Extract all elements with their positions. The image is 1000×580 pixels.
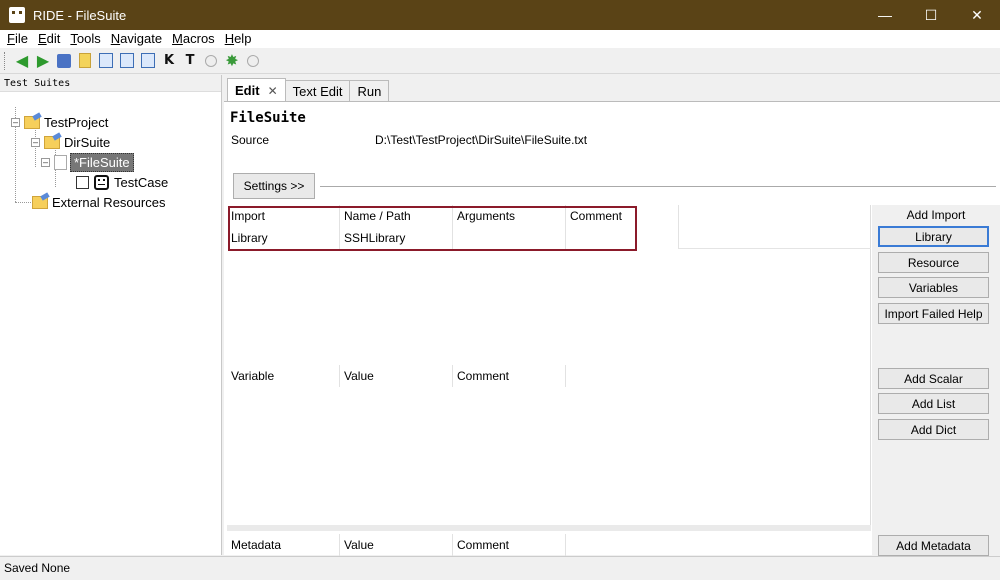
search-keywords-icon[interactable]: K xyxy=(160,52,178,70)
toolbar-grip[interactable] xyxy=(4,51,8,70)
tree-item-testcase[interactable]: TestCase xyxy=(76,172,168,192)
minimize-button[interactable]: — xyxy=(862,0,908,30)
tab-edit[interactable]: Edit ✕ xyxy=(227,78,286,102)
folder-icon xyxy=(44,135,60,149)
add-variables-button[interactable]: Variables xyxy=(878,277,989,298)
collapse-icon[interactable]: – xyxy=(31,137,40,147)
add-dict-button[interactable]: Add Dict xyxy=(878,419,989,440)
column-header: Comment xyxy=(453,534,566,556)
testcase-checkbox[interactable] xyxy=(76,175,89,189)
add-metadata-button[interactable]: Add Metadata xyxy=(878,535,989,556)
collapse-icon[interactable]: – xyxy=(11,117,20,127)
editor-tabs: Edit ✕ Text Edit Run xyxy=(227,78,390,102)
open-resource-icon[interactable] xyxy=(139,52,157,70)
tree-item-external-resources[interactable]: External Resources xyxy=(32,192,165,212)
add-scalar-button[interactable]: Add Scalar xyxy=(878,368,989,389)
run-icon[interactable] xyxy=(202,52,220,70)
robot-icon xyxy=(94,174,109,190)
toolbar: ◀ ▶ K T ✸ xyxy=(0,48,1000,74)
window-title: RIDE - FileSuite xyxy=(33,7,127,23)
tab-label: Edit xyxy=(235,83,260,98)
test-suites-header: Test Suites xyxy=(0,75,221,92)
edit-tab-content: FileSuite Source D:\Test\TestProject\Dir… xyxy=(224,101,1000,556)
add-import-label: Add Import xyxy=(906,208,966,222)
menu-bar: File Edit Tools Navigate Macros Help xyxy=(0,30,1000,48)
tab-label: Run xyxy=(357,84,382,99)
folder-icon xyxy=(24,115,40,129)
menu-tools[interactable]: Tools xyxy=(66,30,104,48)
suite-title: FileSuite xyxy=(230,110,306,126)
tree-item-label: TestProject xyxy=(44,114,109,130)
new-file-icon[interactable] xyxy=(97,52,115,70)
import-failed-help-button[interactable]: Import Failed Help xyxy=(878,303,989,324)
app-icon xyxy=(9,7,25,23)
add-list-button[interactable]: Add List xyxy=(878,393,989,414)
file-icon xyxy=(54,154,67,170)
forward-arrow-icon[interactable]: ▶ xyxy=(34,52,52,70)
menu-help[interactable]: Help xyxy=(221,30,256,48)
collapse-icon[interactable]: – xyxy=(41,157,50,167)
bug-icon[interactable]: ✸ xyxy=(223,52,241,70)
side-button-panel: Add Import Library Resource Variables Im… xyxy=(872,205,1000,556)
title-bar: RIDE - FileSuite — ☐ ✕ xyxy=(0,0,1000,30)
tree-item-filesuite[interactable]: – *FileSuite xyxy=(41,152,134,172)
save-icon[interactable] xyxy=(55,52,73,70)
open-folder-icon[interactable] xyxy=(76,52,94,70)
search-tests-icon[interactable]: T xyxy=(181,52,199,70)
menu-macros[interactable]: Macros xyxy=(168,30,219,48)
menu-navigate[interactable]: Navigate xyxy=(107,30,166,48)
save-all-icon[interactable] xyxy=(118,52,136,70)
tree-item-label: TestCase xyxy=(114,174,169,190)
close-button[interactable]: ✕ xyxy=(954,0,1000,30)
menu-edit[interactable]: Edit xyxy=(34,30,64,48)
source-label: Source xyxy=(231,133,270,147)
section-divider xyxy=(227,525,871,531)
menu-file[interactable]: File xyxy=(3,30,32,48)
tab-label: Text Edit xyxy=(292,84,343,99)
column-header: Comment xyxy=(453,365,566,387)
tab-text-edit[interactable]: Text Edit xyxy=(284,80,351,102)
tab-run[interactable]: Run xyxy=(349,80,390,102)
maximize-button[interactable]: ☐ xyxy=(908,0,954,30)
tree-item-label: DirSuite xyxy=(64,134,111,150)
tree-item-dirsuite[interactable]: – DirSuite xyxy=(31,132,110,152)
stop-icon[interactable] xyxy=(244,52,262,70)
column-header: Variable xyxy=(227,365,340,387)
add-resource-button[interactable]: Resource xyxy=(878,252,989,273)
highlight-box xyxy=(228,206,637,251)
editor-panel: Edit ✕ Text Edit Run FileSuite Source D:… xyxy=(224,75,1000,556)
back-arrow-icon[interactable]: ◀ xyxy=(13,52,31,70)
add-library-button[interactable]: Library xyxy=(878,226,989,247)
divider xyxy=(320,186,996,187)
test-suites-panel: Test Suites – TestProject – DirSuite – *… xyxy=(0,75,222,555)
status-bar: Saved None xyxy=(0,556,1000,580)
column-header: Value xyxy=(340,534,453,556)
tree-item-label: *FileSuite xyxy=(70,152,134,172)
tree-item-label: External Resources xyxy=(52,194,166,210)
settings-button[interactable]: Settings >> xyxy=(233,173,315,199)
column-header: Value xyxy=(340,365,453,387)
row-divider xyxy=(679,248,871,249)
tree-item-testproject[interactable]: – TestProject xyxy=(11,112,108,132)
source-path: D:\Test\TestProject\DirSuite\FileSuite.t… xyxy=(375,133,588,147)
tree-line xyxy=(15,202,31,203)
close-icon[interactable]: ✕ xyxy=(268,84,278,98)
folder-icon xyxy=(32,195,48,209)
column-header: Metadata xyxy=(227,534,340,556)
